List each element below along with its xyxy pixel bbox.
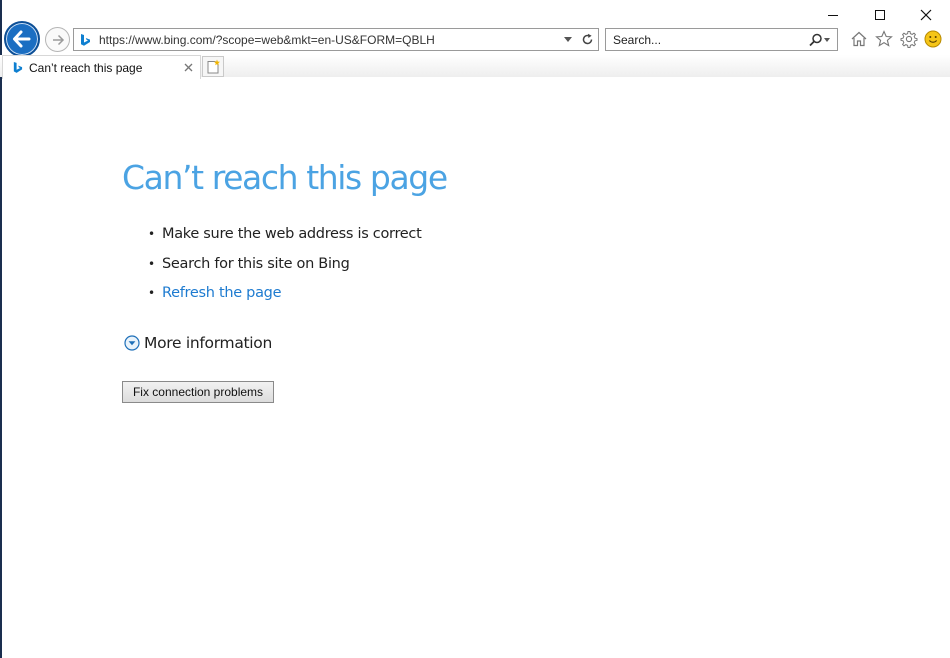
address-url[interactable]: https://www.bing.com/?scope=web&mkt=en-U… (96, 33, 560, 47)
forward-button[interactable] (45, 27, 70, 52)
tools-button[interactable] (898, 28, 920, 50)
refresh-icon (582, 33, 592, 45)
search-icon (809, 33, 830, 46)
window-left-border (0, 0, 2, 658)
home-button[interactable] (848, 28, 870, 50)
bing-logo-icon (74, 29, 96, 50)
maximize-icon (875, 10, 885, 20)
tab-label: Can’t reach this page (29, 60, 143, 75)
new-tab-icon (207, 59, 220, 73)
search-input[interactable]: Search... (606, 33, 803, 47)
address-dropdown-button[interactable] (560, 29, 576, 50)
more-information-toggle[interactable]: More information (124, 334, 272, 352)
feedback-button[interactable] (922, 28, 944, 50)
close-window-button[interactable] (913, 4, 939, 26)
bing-logo-icon (7, 58, 27, 78)
minimize-button[interactable] (820, 4, 846, 26)
dropdown-arrow-icon (564, 36, 572, 42)
tab-close-button[interactable] (178, 58, 198, 78)
suggestion-refresh: Refresh the page (148, 281, 421, 311)
favorites-button[interactable] (873, 28, 895, 50)
refresh-button[interactable] (576, 29, 598, 50)
settings-gear-icon (900, 31, 918, 48)
refresh-page-link[interactable]: Refresh the page (162, 285, 281, 301)
forward-arrow-icon (52, 34, 64, 45)
home-icon (851, 31, 867, 47)
maximize-button[interactable] (867, 4, 893, 26)
fix-connection-problems-button[interactable]: Fix connection problems (122, 381, 274, 403)
back-arrow-icon (13, 30, 31, 48)
chevron-down-circle-icon (124, 335, 140, 351)
close-icon (920, 9, 932, 21)
favorites-star-icon (875, 30, 893, 47)
new-tab-button[interactable] (202, 56, 224, 77)
minimize-icon (828, 15, 838, 16)
suggestion-check-address: Make sure the web address is correct (148, 222, 422, 252)
search-box[interactable]: Search... (605, 28, 838, 51)
more-information-label: More information (144, 334, 273, 352)
suggestion-search-bing: Search for this site on Bing (148, 252, 421, 282)
search-button[interactable] (803, 29, 837, 50)
smiley-feedback-icon (924, 30, 942, 48)
close-icon (184, 63, 192, 72)
tab-cant-reach[interactable]: Can’t reach this page (2, 55, 201, 79)
suggestion-list: Make sure the web address is correct Sea… (148, 222, 422, 311)
address-bar[interactable]: https://www.bing.com/?scope=web&mkt=en-U… (73, 28, 599, 51)
page-title: Can’t reach this page (122, 158, 448, 197)
back-button[interactable] (4, 21, 40, 57)
